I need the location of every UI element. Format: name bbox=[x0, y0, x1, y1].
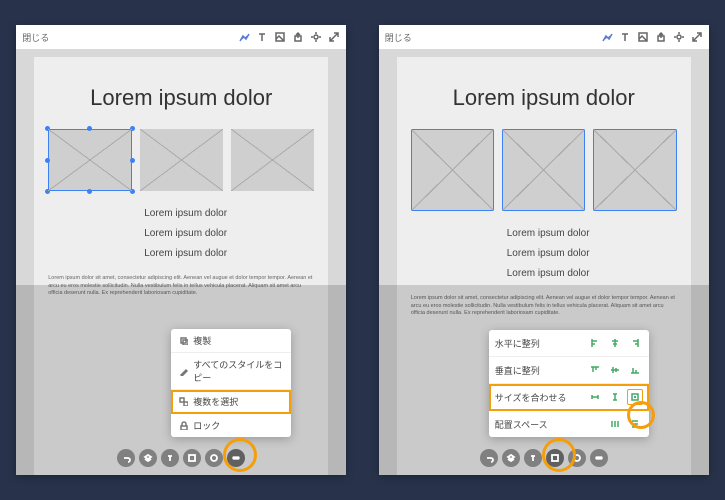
placeholder-box[interactable] bbox=[231, 129, 314, 191]
text-line: Lorem ipsum dolor bbox=[507, 245, 677, 263]
body-text: Lorem ipsum dolor Lorem ipsum dolor Lore… bbox=[34, 205, 328, 263]
tool-layers[interactable] bbox=[139, 449, 157, 467]
distribute-v-icon[interactable] bbox=[627, 416, 643, 432]
settings-icon[interactable] bbox=[673, 31, 685, 43]
placeholder-box-selected[interactable] bbox=[48, 129, 131, 191]
menu-select-multiple[interactable]: 複数を選択 bbox=[171, 390, 291, 414]
image-icon[interactable] bbox=[274, 31, 286, 43]
align-h-icons bbox=[587, 335, 643, 351]
menu-align-horizontal[interactable]: 水平に整列 bbox=[489, 330, 649, 357]
menu-label: すべてのスタイルをコピー bbox=[193, 358, 283, 384]
text-line: Lorem ipsum dolor bbox=[144, 225, 314, 243]
tool-text[interactable] bbox=[161, 449, 179, 467]
align-center-h-icon[interactable] bbox=[607, 335, 623, 351]
menu-label: ロック bbox=[193, 419, 220, 432]
share-icon[interactable] bbox=[655, 31, 667, 43]
match-both-icon[interactable] bbox=[627, 389, 643, 405]
align-v-icons bbox=[587, 362, 643, 378]
image-icon[interactable] bbox=[637, 31, 649, 43]
align-top-icon[interactable] bbox=[587, 362, 603, 378]
text-icon[interactable] bbox=[256, 31, 268, 43]
align-right-icon[interactable] bbox=[627, 335, 643, 351]
placeholder-box[interactable] bbox=[140, 129, 223, 191]
match-width-icon[interactable] bbox=[587, 389, 603, 405]
image-row bbox=[397, 129, 691, 211]
match-height-icon[interactable] bbox=[607, 389, 623, 405]
placeholder-box-selected[interactable] bbox=[411, 129, 494, 211]
menu-align-vertical[interactable]: 垂直に整列 bbox=[489, 357, 649, 384]
duplicate-icon bbox=[179, 336, 188, 345]
tool-more[interactable] bbox=[227, 449, 245, 467]
expand-icon[interactable] bbox=[691, 31, 703, 43]
close-button[interactable]: 閉じる bbox=[385, 31, 412, 44]
menu-lock[interactable]: ロック bbox=[171, 414, 291, 437]
share-icon[interactable] bbox=[292, 31, 304, 43]
tool-undo[interactable] bbox=[117, 449, 135, 467]
menu-spacing[interactable]: 配置スペース bbox=[489, 411, 649, 437]
canvas[interactable]: Lorem ipsum dolor Lorem ipsum dolor Lore… bbox=[16, 49, 346, 475]
toolbar-icons bbox=[238, 31, 340, 43]
select-multiple-icon bbox=[179, 397, 188, 406]
eyedropper-icon bbox=[179, 367, 188, 376]
top-toolbar: 閉じる bbox=[16, 25, 346, 50]
body-text: Lorem ipsum dolor Lorem ipsum dolor Lore… bbox=[397, 225, 691, 283]
text-icon[interactable] bbox=[619, 31, 631, 43]
fine-print: Lorem ipsum dolor sit amet, consectetur … bbox=[34, 265, 328, 298]
lock-icon bbox=[179, 421, 188, 430]
text-line: Lorem ipsum dolor bbox=[507, 265, 677, 283]
spacing-icons bbox=[607, 416, 643, 432]
tool-eff[interactable] bbox=[568, 449, 586, 467]
canvas[interactable]: Lorem ipsum dolor Lorem ipsum dolor Lore… bbox=[379, 49, 709, 475]
text-line: Lorem ipsum dolor bbox=[144, 245, 314, 263]
tool-more[interactable] bbox=[590, 449, 608, 467]
tool-image[interactable] bbox=[183, 449, 201, 467]
placeholder-box-selected[interactable] bbox=[502, 129, 585, 211]
editor-panel-left: 閉じる Lorem ipsum dolor Lorem ipsum bbox=[16, 25, 346, 475]
menu-match-size[interactable]: サイズを合わせる bbox=[489, 384, 649, 411]
tool-align[interactable] bbox=[546, 449, 564, 467]
bottom-toolbar bbox=[480, 449, 608, 467]
menu-label: 垂直に整列 bbox=[495, 364, 582, 377]
align-menu: 水平に整列 垂直に整列 サイズを合わせる bbox=[489, 330, 649, 437]
tool-text[interactable] bbox=[524, 449, 542, 467]
editor-panel-right: 閉じる Lorem ipsum dolor Lorem ipsum dolor … bbox=[379, 25, 709, 475]
tool-eff[interactable] bbox=[205, 449, 223, 467]
menu-label: 複製 bbox=[193, 334, 211, 347]
menu-label: 複数を選択 bbox=[193, 395, 238, 408]
page-title: Lorem ipsum dolor bbox=[397, 85, 691, 111]
tool-undo[interactable] bbox=[480, 449, 498, 467]
placeholder-box-selected[interactable] bbox=[593, 129, 676, 211]
image-row bbox=[34, 129, 328, 191]
menu-duplicate[interactable]: 複製 bbox=[171, 329, 291, 353]
tool-layers[interactable] bbox=[502, 449, 520, 467]
fine-print: Lorem ipsum dolor sit amet, consectetur … bbox=[397, 285, 691, 318]
page-title: Lorem ipsum dolor bbox=[34, 85, 328, 111]
menu-label: 配置スペース bbox=[495, 418, 602, 431]
menu-label: サイズを合わせる bbox=[495, 391, 582, 404]
toolbar-icons bbox=[601, 31, 703, 43]
expand-icon[interactable] bbox=[328, 31, 340, 43]
align-left-icon[interactable] bbox=[587, 335, 603, 351]
text-line: Lorem ipsum dolor bbox=[144, 205, 314, 223]
context-menu: 複製 すべてのスタイルをコピー 複数を選択 ロック bbox=[171, 329, 291, 437]
text-line: Lorem ipsum dolor bbox=[507, 225, 677, 243]
menu-label: 水平に整列 bbox=[495, 337, 582, 350]
draw-icon[interactable] bbox=[238, 31, 250, 43]
settings-icon[interactable] bbox=[310, 31, 322, 43]
align-center-v-icon[interactable] bbox=[607, 362, 623, 378]
bottom-toolbar bbox=[117, 449, 245, 467]
size-icons bbox=[587, 389, 643, 405]
top-toolbar: 閉じる bbox=[379, 25, 709, 50]
draw-icon[interactable] bbox=[601, 31, 613, 43]
align-bottom-icon[interactable] bbox=[627, 362, 643, 378]
close-button[interactable]: 閉じる bbox=[22, 31, 49, 44]
distribute-h-icon[interactable] bbox=[607, 416, 623, 432]
menu-copy-styles[interactable]: すべてのスタイルをコピー bbox=[171, 353, 291, 390]
